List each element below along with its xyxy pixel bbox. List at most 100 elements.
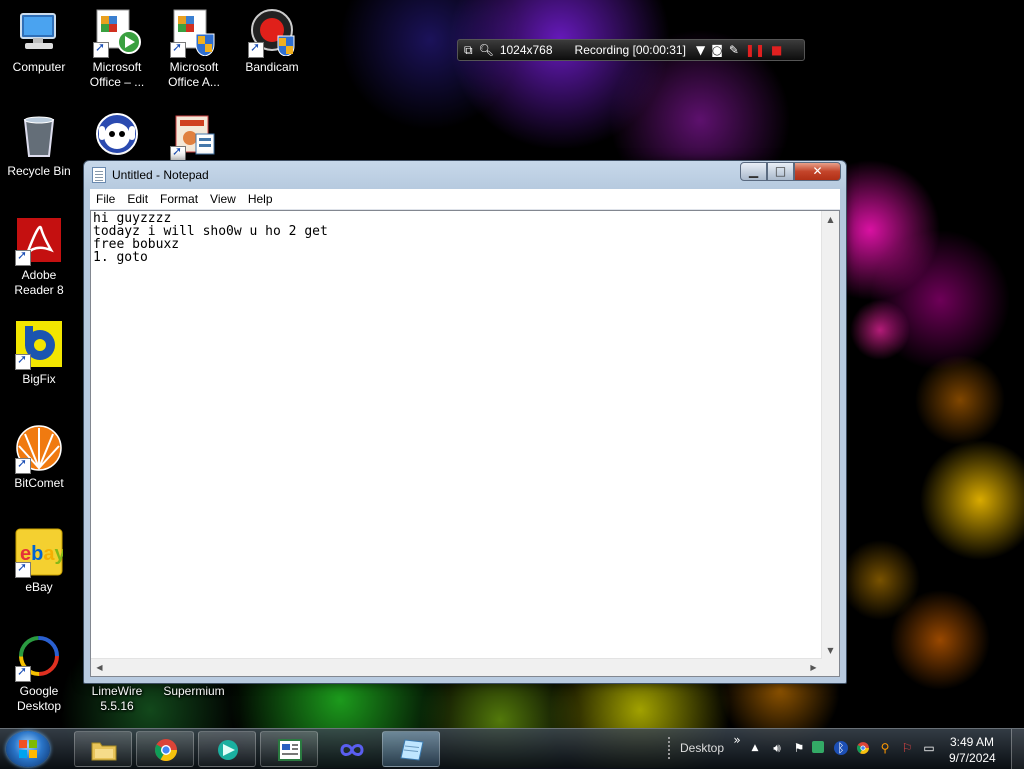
pause-icon[interactable]: ❚❚ <box>745 43 765 57</box>
desktop-icon-label: Microsoft Office – ... <box>89 60 145 89</box>
notepad-window: Untitled - Notepad ▁ □ ✕ File Edit Forma… <box>83 160 847 684</box>
folder-icon <box>91 742 117 761</box>
close-icon: ✕ <box>812 164 823 178</box>
chrome-icon <box>155 739 177 761</box>
desktop-icon-label: Google Desktop <box>16 684 62 713</box>
maximize-button[interactable]: □ <box>767 162 794 181</box>
infinity-icon <box>340 744 364 756</box>
desktop-icon-google-desktop[interactable]: Google Desktop <box>1 632 77 714</box>
scroll-right-icon[interactable]: ▶ <box>805 659 822 676</box>
shortcut-arrow-icon <box>15 248 31 266</box>
desktop-icon-recycle-bin[interactable]: Recycle Bin <box>1 112 77 179</box>
shortcut-arrow-icon <box>15 560 31 578</box>
adobe-reader-icon <box>15 216 63 266</box>
napster-icon <box>93 112 141 160</box>
document-text[interactable]: hi guyzzzz todayz i will sho0w u ho 2 ge… <box>93 212 821 658</box>
scroll-left-icon[interactable]: ◀ <box>91 659 108 676</box>
shortcut-arrow-icon <box>93 40 109 58</box>
taskbar-media-app[interactable] <box>198 731 256 767</box>
volume-icon[interactable]: 🔊︎ <box>770 741 784 755</box>
desktop-toolbar-label[interactable]: Desktop <box>680 741 724 755</box>
media-app-icon <box>218 740 238 760</box>
shortcut-arrow-icon <box>15 664 31 682</box>
clock-date[interactable]: 9/7/2024 <box>949 751 996 765</box>
text-editor[interactable]: hi guyzzzz todayz i will sho0w u ho 2 ge… <box>90 210 840 677</box>
show-desktop-button[interactable] <box>1011 729 1024 769</box>
recording-resolution: 1024x768 <box>499 43 553 57</box>
office-icon <box>93 8 141 58</box>
desktop-icon-office-2[interactable]: Microsoft Office A... <box>156 8 232 90</box>
search-tray-icon[interactable]: ⚲ <box>878 741 892 755</box>
notepad-icon <box>92 167 106 183</box>
dropdown-icon[interactable]: ▼ <box>696 43 705 57</box>
taskbar-app[interactable] <box>260 731 318 767</box>
desktop-icon-bigfix[interactable]: BigFix <box>1 320 77 387</box>
window-select-icon[interactable]: ⧉ <box>464 43 473 58</box>
desktop-icon-adobe-reader[interactable]: Adobe Reader 8 <box>1 216 77 298</box>
camera-icon[interactable]: ◙ <box>711 43 723 57</box>
minimize-button[interactable]: ▁ <box>740 162 767 181</box>
close-button[interactable]: ✕ <box>794 162 841 181</box>
clock-time[interactable]: 3:49 AM <box>950 735 994 749</box>
chrome-tray-icon[interactable] <box>856 741 870 755</box>
start-button[interactable] <box>6 731 50 767</box>
shortcut-arrow-icon <box>248 40 264 58</box>
monitor-tray-icon[interactable]: ▭ <box>922 741 936 755</box>
scroll-down-icon[interactable]: ▼ <box>822 642 839 659</box>
desktop-icon-label: LimeWire 5.5.16 <box>91 684 143 713</box>
bluetooth-icon[interactable]: ᛒ <box>834 741 848 755</box>
taskbar-infinity-app[interactable] <box>322 731 380 767</box>
tray-separator <box>668 737 670 761</box>
desktop-icon-label: BigFix <box>22 372 56 386</box>
shortcut-arrow-icon <box>170 40 186 58</box>
window-app-icon <box>278 739 302 761</box>
computer-icon <box>15 8 63 56</box>
google-desktop-icon <box>15 632 63 682</box>
size-grip[interactable] <box>822 659 839 676</box>
desktop-icon-computer[interactable]: Computer <box>1 8 77 75</box>
title-bar[interactable]: Untitled - Notepad ▁ □ ✕ <box>84 161 846 189</box>
flag-tray-icon[interactable]: ⚐ <box>900 741 914 755</box>
office-icon <box>170 8 218 58</box>
shortcut-arrow-icon <box>15 352 31 370</box>
action-center-flag-icon[interactable]: ⚑ <box>792 741 806 755</box>
show-hidden-icons-icon[interactable]: ▲ <box>748 741 762 755</box>
network-icon[interactable] <box>812 741 824 753</box>
taskbar-chrome[interactable] <box>136 731 194 767</box>
desktop-icon-ebay[interactable]: ebay eBay <box>1 528 77 595</box>
windows-logo-icon <box>19 740 37 758</box>
scroll-up-icon[interactable]: ▲ <box>822 211 839 228</box>
pencil-icon[interactable]: ✎ <box>729 43 739 57</box>
desktop-icon-office-1[interactable]: Microsoft Office – ... <box>79 8 155 90</box>
desktop-icon-label: BitComet <box>14 476 64 490</box>
menu-edit[interactable]: Edit <box>121 192 154 206</box>
taskbar-explorer[interactable] <box>74 731 132 767</box>
shortcut-arrow-icon <box>15 456 31 474</box>
desktop-icon-label: Microsoft Office A... <box>168 60 220 89</box>
desktop-icon-label: Adobe Reader 8 <box>14 268 64 297</box>
desktop-icon-label: eBay <box>25 580 53 594</box>
desktop-icon-presentation[interactable] <box>156 112 232 164</box>
desktop-icon-bitcomet[interactable]: BitComet <box>1 424 77 491</box>
menu-help[interactable]: Help <box>242 192 279 206</box>
bigfix-icon <box>15 320 63 370</box>
bitcomet-icon <box>15 424 63 474</box>
ebay-icon: ebay <box>15 528 66 578</box>
desktop-icon-bandicam[interactable]: Bandicam <box>234 8 310 75</box>
bandicam-icon <box>248 8 296 58</box>
zoom-icon[interactable]: 🔍︎ <box>479 43 494 57</box>
menu-view[interactable]: View <box>204 192 242 206</box>
system-tray: Desktop » ▲ 🔊︎ ⚑ ᛒ ⚲ ⚐ ▭ 3:49 AM 9/7/202… <box>660 729 1024 769</box>
desktop-icon-napster[interactable] <box>79 112 155 164</box>
vertical-scrollbar[interactable]: ▲ ▼ <box>821 211 839 659</box>
horizontal-scrollbar[interactable]: ◀ ▶ <box>91 658 822 676</box>
toolbar-expand-icon[interactable]: » <box>730 733 744 747</box>
stop-icon[interactable]: ■ <box>771 43 782 57</box>
desktop-icon-label: Recycle Bin <box>7 164 71 178</box>
menu-format[interactable]: Format <box>154 192 204 206</box>
menu-file[interactable]: File <box>90 192 121 206</box>
menu-bar: File Edit Format View Help <box>90 189 840 210</box>
recycle-bin-icon <box>15 112 63 160</box>
desktop-icon-label: Computer <box>12 60 66 74</box>
taskbar-notepad[interactable] <box>382 731 440 767</box>
